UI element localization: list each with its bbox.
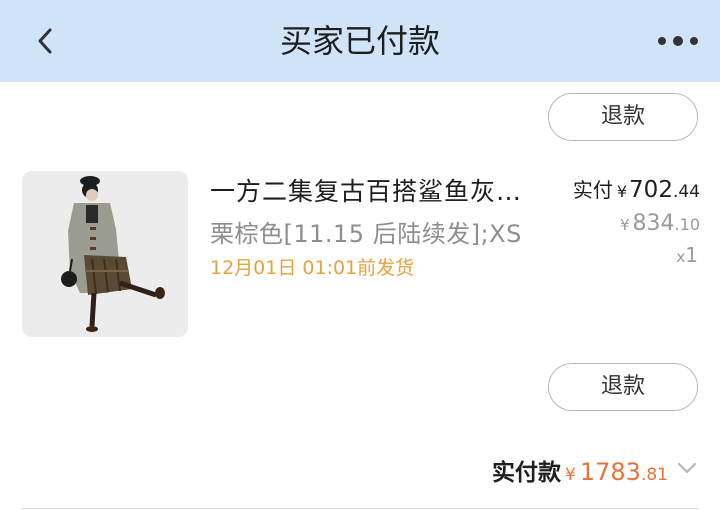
paid-integer: 702 bbox=[629, 177, 673, 203]
quantity-prefix: x bbox=[676, 248, 686, 266]
quantity-value: 1 bbox=[685, 243, 698, 267]
paid-decimal: .44 bbox=[672, 182, 700, 202]
app-header: 买家已付款 bbox=[0, 0, 720, 82]
chevron-down-icon[interactable] bbox=[676, 460, 698, 476]
refund-button[interactable]: 退款 bbox=[548, 363, 698, 411]
item-original-price: ¥834.10 bbox=[620, 211, 700, 236]
total-label: 实付款 bbox=[492, 460, 562, 486]
item-quantity: x1 bbox=[676, 243, 698, 267]
back-button[interactable] bbox=[30, 22, 60, 60]
product-thumbnail[interactable] bbox=[22, 171, 188, 337]
shipping-deadline: 12月01日 01:01前发货 bbox=[210, 257, 415, 279]
original-integer: 834 bbox=[632, 211, 675, 236]
refund-button[interactable]: 退款 bbox=[548, 93, 698, 141]
product-name[interactable]: 一方二集复古百搭鲨鱼灰… bbox=[210, 172, 532, 208]
original-decimal: .10 bbox=[674, 215, 700, 234]
total-decimal: .81 bbox=[640, 465, 668, 485]
product-variant: 栗棕色[11.15 后陆续发];XS bbox=[210, 220, 522, 248]
more-dots-icon[interactable] bbox=[658, 30, 698, 52]
product-image bbox=[22, 171, 188, 337]
paid-label: 实付 bbox=[572, 178, 613, 202]
currency-symbol: ¥ bbox=[565, 465, 576, 485]
page-title: 买家已付款 bbox=[279, 22, 440, 60]
total-integer: 1783 bbox=[579, 458, 641, 486]
divider bbox=[22, 508, 698, 509]
currency-symbol: ¥ bbox=[620, 216, 630, 234]
order-total: 实付款 ¥1783.81 bbox=[492, 453, 668, 487]
chevron-left-icon bbox=[38, 28, 52, 54]
item-paid-price: 实付 ¥702.44 bbox=[573, 174, 700, 203]
currency-symbol: ¥ bbox=[616, 182, 628, 201]
